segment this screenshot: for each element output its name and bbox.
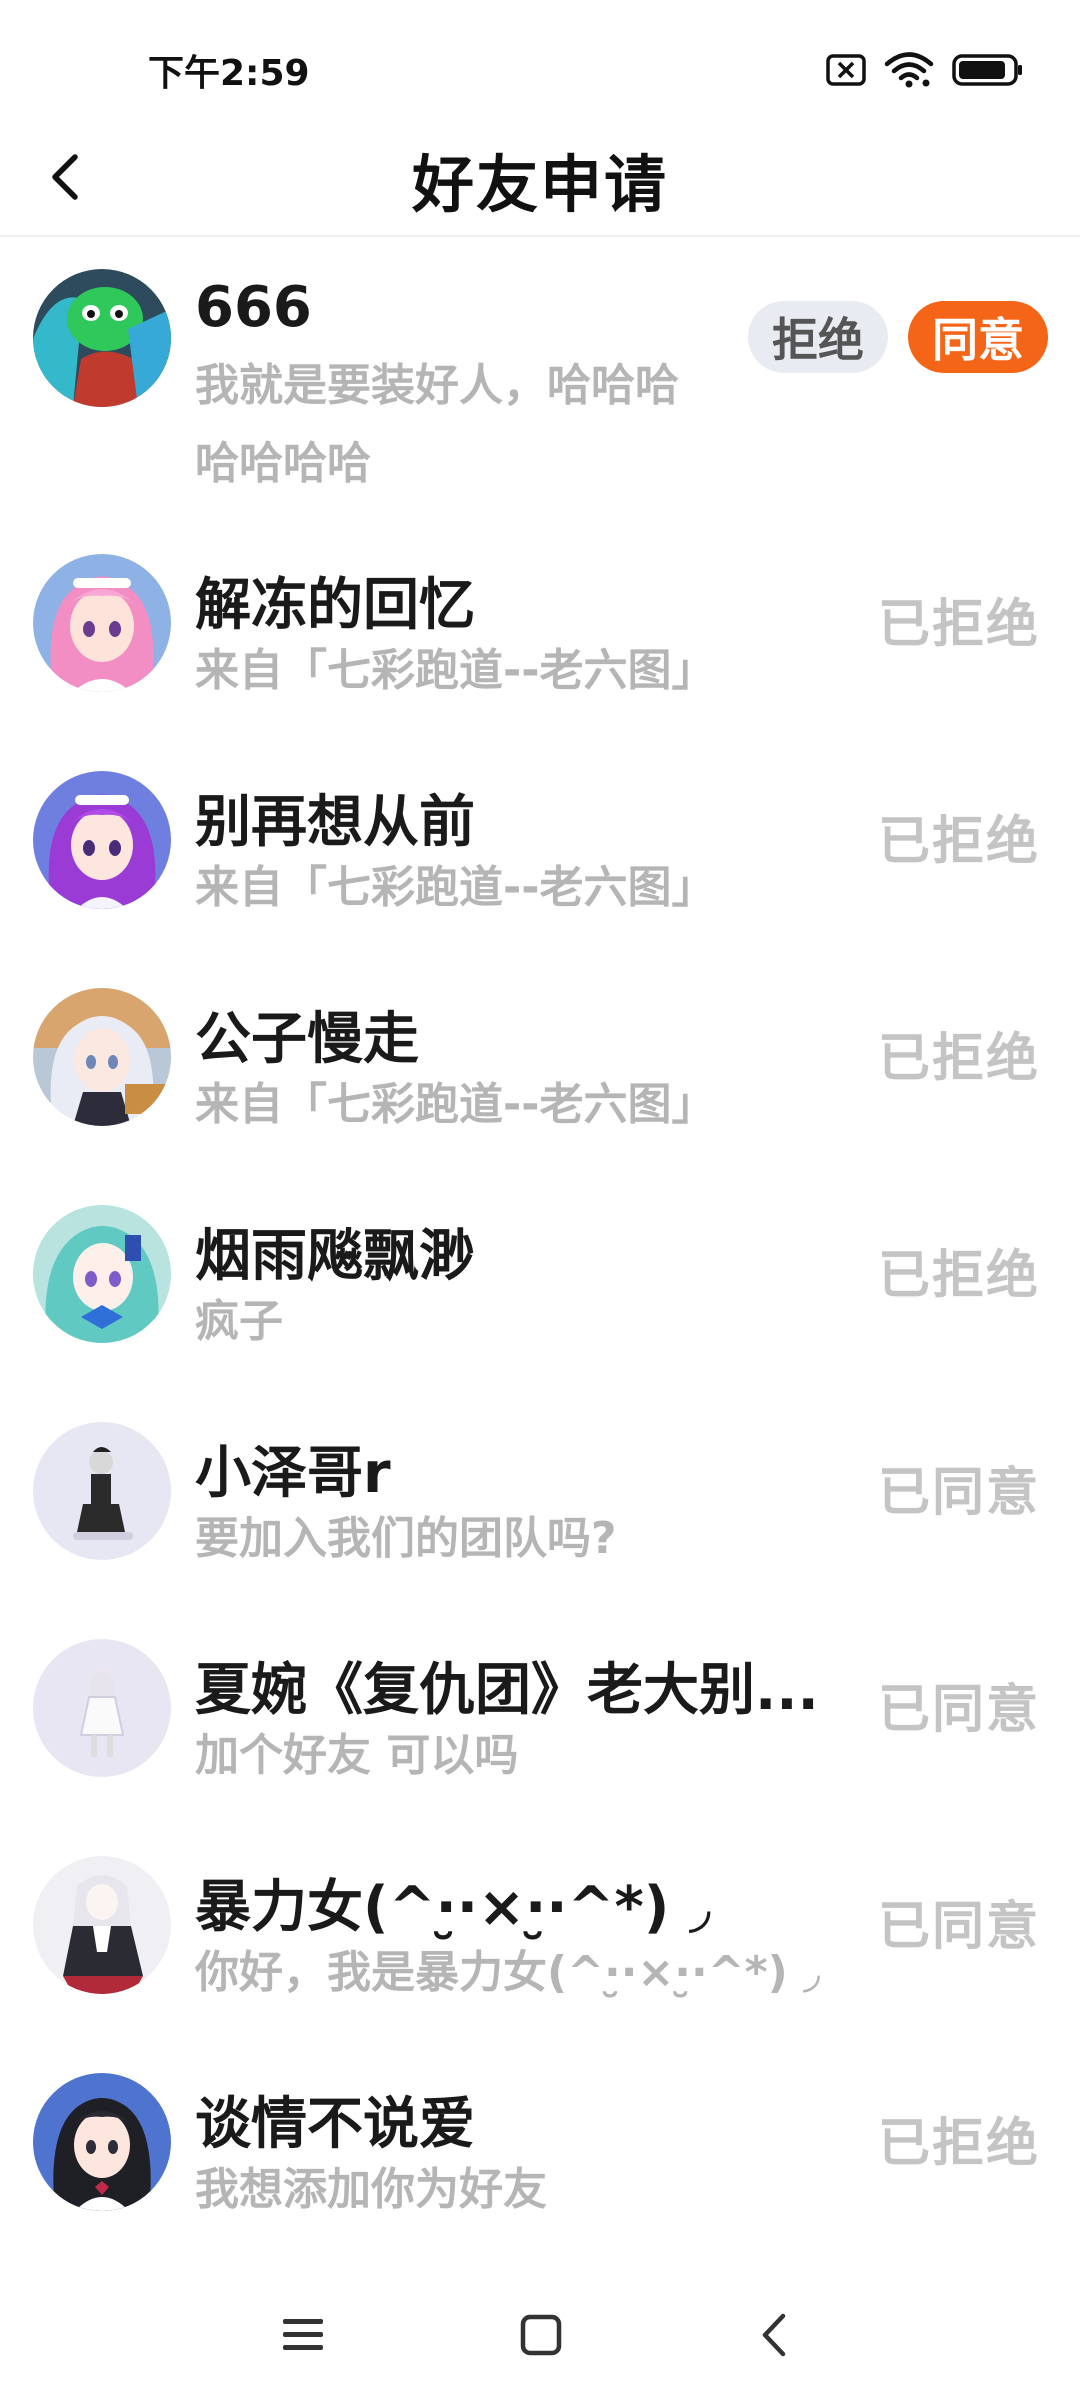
request-status: 已同意 (877, 1680, 1040, 1740)
requester-name: 公子慢走 (195, 1007, 419, 1072)
avatar[interactable] (33, 1205, 171, 1343)
request-status: 已同意 (877, 1897, 1040, 1957)
request-message: 我想添加你为好友 (195, 2164, 547, 2215)
battery-icon (952, 53, 1024, 91)
request-status: 已拒绝 (877, 812, 1040, 872)
requester-name: 烟雨飚飘渺 (195, 1224, 475, 1289)
request-message: 来自「七彩跑道--老六图」 (195, 645, 716, 696)
request-row-0[interactable]: 666 我就是要装好人，哈哈哈哈哈哈哈 拒绝 同意 (0, 237, 1080, 522)
avatar[interactable] (33, 771, 171, 909)
system-nav-bar (0, 2270, 1080, 2400)
avatar[interactable] (33, 1639, 171, 1777)
request-row-7[interactable]: 暴力女(^·̮·×·̮·^*) ◞ 你好，我是暴力女(^·̮·×·̮·^*) ◞… (0, 1824, 1080, 2041)
status-time: 下午2:59 (148, 53, 310, 94)
requester-name: 别再想从前 (195, 790, 475, 855)
sim-off-icon (826, 53, 866, 91)
header: 好友申请 (0, 120, 1080, 237)
request-status: 已拒绝 (877, 1029, 1040, 1089)
request-row-3[interactable]: 公子慢走 来自「七彩跑道--老六图」 已拒绝 (0, 956, 1080, 1173)
back-icon (762, 2313, 786, 2357)
status-icons (826, 50, 1024, 94)
request-status: 已拒绝 (877, 1246, 1040, 1306)
recent-apps-button[interactable] (268, 2300, 338, 2370)
accept-button[interactable]: 同意 (908, 301, 1048, 373)
requester-name: 暴力女(^·̮·×·̮·^*) ◞ (195, 1875, 711, 1940)
request-row-8[interactable]: 谈情不说爱 我想添加你为好友 已拒绝 (0, 2041, 1080, 2258)
friend-request-list: 666 我就是要装好人，哈哈哈哈哈哈哈 拒绝 同意 解冻的回忆 来自「七彩跑道-… (0, 237, 1080, 2258)
request-status: 已拒绝 (877, 595, 1040, 655)
requester-name: 解冻的回忆 (195, 573, 475, 638)
request-message: 疯子 (195, 1296, 283, 1347)
avatar[interactable] (33, 1856, 171, 1994)
request-message: 加个好友 可以吗 (195, 1730, 519, 1781)
request-status: 已同意 (877, 1463, 1040, 1523)
avatar[interactable] (33, 2073, 171, 2211)
request-message: 我就是要装好人，哈哈哈哈哈哈哈 (195, 360, 679, 489)
requester-name: 小泽哥r (195, 1441, 391, 1506)
request-row-2[interactable]: 别再想从前 来自「七彩跑道--老六图」 已拒绝 (0, 739, 1080, 956)
menu-icon (283, 2319, 323, 2350)
request-row-5[interactable]: 小泽哥r 要加入我们的团队吗? 已同意 (0, 1390, 1080, 1607)
request-message: 来自「七彩跑道--老六图」 (195, 1079, 716, 1130)
request-row-4[interactable]: 烟雨飚飘渺 疯子 已拒绝 (0, 1173, 1080, 1390)
requester-name: 666 (195, 275, 312, 340)
avatar[interactable] (33, 1422, 171, 1560)
status-bar: 下午2:59 (0, 0, 1080, 135)
home-button[interactable] (506, 2300, 576, 2370)
wifi-icon (884, 51, 934, 93)
avatar[interactable] (33, 269, 171, 407)
requester-name: 夏婉《复仇团》老大别... (195, 1658, 819, 1723)
reject-button[interactable]: 拒绝 (748, 301, 888, 373)
request-message: 要加入我们的团队吗? (195, 1513, 617, 1564)
request-status: 已拒绝 (877, 2114, 1040, 2174)
home-icon (520, 2314, 562, 2356)
avatar[interactable] (33, 988, 171, 1126)
request-row-6[interactable]: 夏婉《复仇团》老大别... 加个好友 可以吗 已同意 (0, 1607, 1080, 1824)
system-back-button[interactable] (740, 2300, 810, 2370)
requester-name: 谈情不说爱 (195, 2092, 475, 2157)
page-title: 好友申请 (411, 148, 668, 221)
request-message: 来自「七彩跑道--老六图」 (195, 862, 716, 913)
request-message: 你好，我是暴力女(^·̮·×·̮·^*) ◞ (195, 1947, 821, 1998)
avatar[interactable] (33, 554, 171, 692)
request-row-1[interactable]: 解冻的回忆 来自「七彩跑道--老六图」 已拒绝 (0, 522, 1080, 739)
screen: 下午2:59 好友申请 666 我就是要装好人，哈哈哈哈哈哈哈 拒绝 同意 解冻… (0, 0, 1080, 2400)
